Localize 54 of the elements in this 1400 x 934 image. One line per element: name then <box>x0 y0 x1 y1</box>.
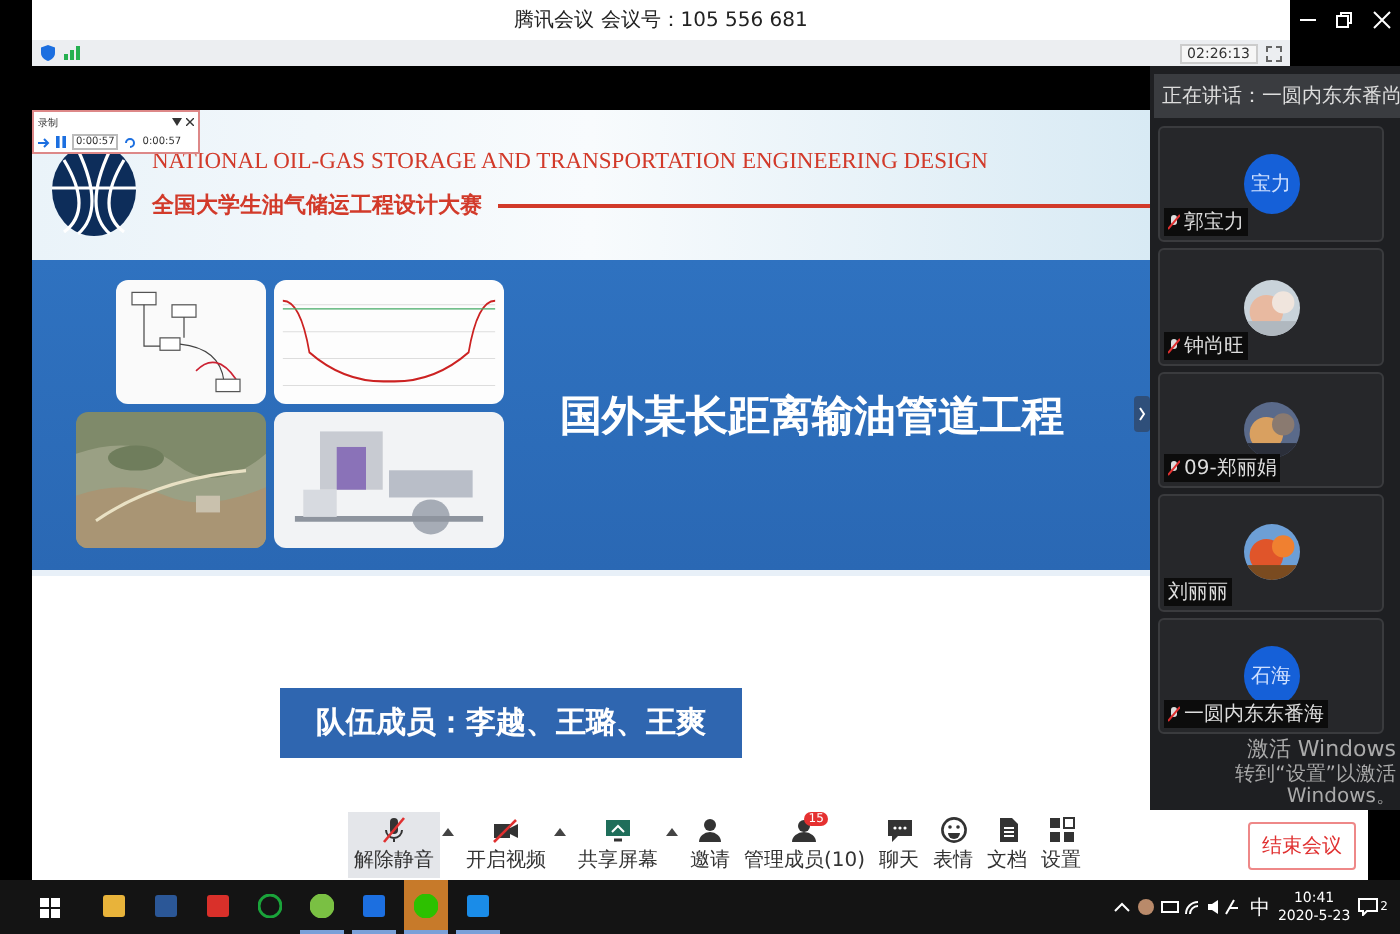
input-method-indicator[interactable]: 中 <box>1249 893 1270 921</box>
participant-name: 一圆内东东番海 <box>1164 700 1328 729</box>
people-icon <box>790 816 819 844</box>
person-add-icon <box>696 816 724 844</box>
toolbar-button[interactable]: 文档 <box>981 812 1034 878</box>
app-icon <box>414 893 438 917</box>
signal-icon <box>64 46 80 60</box>
shield-icon[interactable] <box>40 44 56 62</box>
dropdown-icon[interactable] <box>172 118 182 126</box>
team-members-banner: 队伍成员：李越、王璐、王爽 <box>280 688 742 758</box>
chat-icon <box>885 816 914 844</box>
toolbar-button[interactable]: 共享屏幕 <box>572 812 664 878</box>
windows-start-icon[interactable] <box>40 897 60 917</box>
slide-title: 国外某长距离输油管道工程 <box>558 389 1066 443</box>
chevron-up-icon[interactable] <box>1113 902 1130 912</box>
toolbar-button[interactable]: 开启视频 <box>460 812 552 878</box>
participant-name: 刘丽丽 <box>1164 577 1232 606</box>
toolbar-button[interactable]: 邀请 <box>684 812 736 878</box>
close-icon[interactable] <box>186 118 194 126</box>
screen-icon <box>604 816 632 844</box>
participant-name: 09-郑丽娟 <box>1164 454 1281 483</box>
speaking-tooltip: 正在讲话：一圆内东东番尚 <box>1154 74 1400 118</box>
grid-icon <box>1047 816 1076 844</box>
pause-icon[interactable] <box>56 136 66 148</box>
camera-off-icon <box>492 816 520 844</box>
app-icon <box>362 893 386 917</box>
caret-icon[interactable] <box>666 827 678 835</box>
caret-icon[interactable] <box>554 827 566 835</box>
app-icon <box>258 893 282 917</box>
caret-icon[interactable] <box>442 827 454 835</box>
end-meeting-button[interactable]: 结束会议 <box>1248 821 1356 869</box>
arrow-icon[interactable] <box>38 137 50 147</box>
app-icon <box>154 893 178 917</box>
app-icon <box>310 893 334 917</box>
participant-name: 郭宝力 <box>1164 208 1248 237</box>
avatar: 宝力 <box>1243 154 1299 215</box>
avatar: 石海 <box>1243 645 1299 706</box>
toolbar-button[interactable]: 表情 <box>927 812 980 878</box>
window-title: 腾讯会议 会议号：105 556 681 <box>514 7 808 34</box>
toolbar-button[interactable]: 设置 <box>1035 812 1088 878</box>
undo-icon[interactable] <box>124 137 137 147</box>
fullscreen-icon[interactable] <box>1266 45 1282 61</box>
restore-icon[interactable] <box>1334 10 1355 30</box>
heading-chinese: 全国大学生油气储运工程设计大赛 <box>152 190 482 220</box>
toolbar-button[interactable]: 解除静音 <box>348 812 440 878</box>
mic-off-icon <box>380 816 408 844</box>
activation-notice: 激活 Windows 转到“设置”以激活 Windows。 <box>1233 734 1396 808</box>
participant-name: 钟尚旺 <box>1164 331 1248 360</box>
smile-icon <box>939 816 968 844</box>
toolbar-button[interactable]: 聊天 <box>873 812 926 878</box>
app-icon <box>206 893 230 917</box>
tray-icons-drawing <box>1137 898 1242 916</box>
app-icon <box>102 893 126 917</box>
app-icon <box>466 893 490 917</box>
